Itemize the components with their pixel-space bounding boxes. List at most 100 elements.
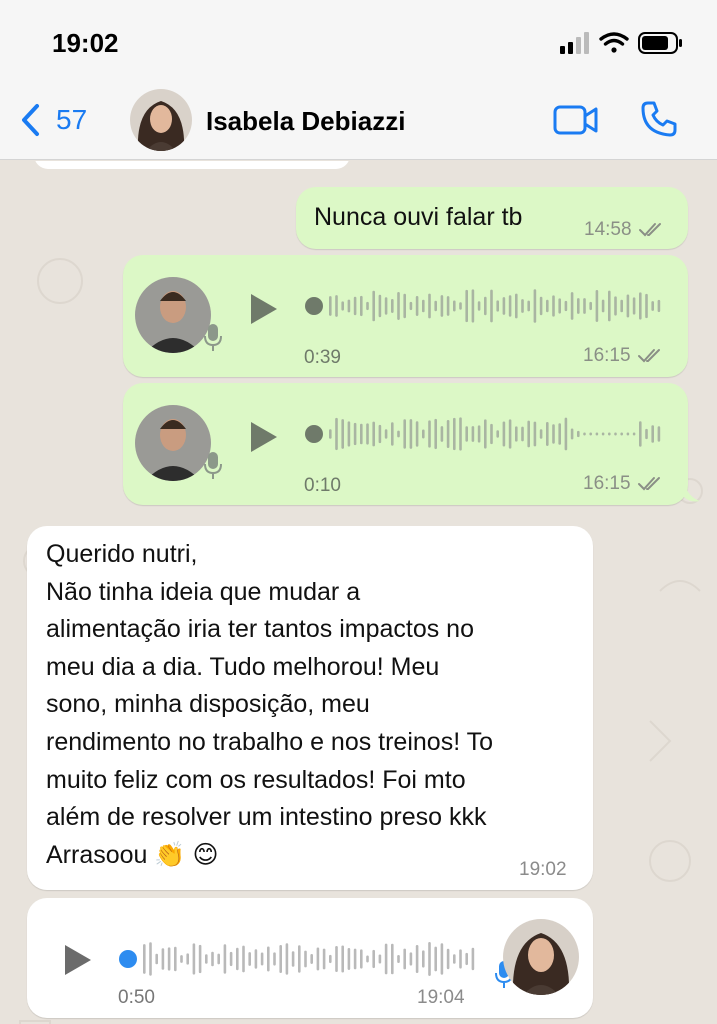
chevron-left-icon — [22, 104, 39, 136]
playback-position-dot[interactable] — [119, 950, 137, 968]
waveform-bar — [403, 419, 406, 449]
video-call-button[interactable] — [553, 104, 599, 141]
phone-icon — [641, 101, 677, 137]
waveform-bar — [329, 429, 332, 439]
voice-message-incoming[interactable]: 0:50 19:04 — [27, 898, 593, 1018]
microphone-icon — [204, 452, 222, 479]
message-meta: 19:02 — [519, 859, 567, 881]
waveform-bar — [347, 948, 351, 970]
waveform-bar — [459, 302, 462, 310]
waveform-bar — [577, 298, 580, 314]
waveform-bar — [527, 300, 530, 312]
waveform-bar — [248, 952, 251, 966]
unread-count: 57 — [56, 104, 88, 135]
waveform-bar — [521, 299, 524, 313]
waveform-bar — [626, 294, 630, 318]
waveform-bar — [366, 955, 369, 963]
bubble-tail — [684, 483, 700, 502]
waveform-bar — [397, 292, 400, 320]
waveform-bar — [614, 432, 617, 436]
waveform-bar — [391, 943, 394, 975]
waveform-bar — [570, 292, 574, 320]
waveform-bar — [347, 299, 351, 313]
waveform-bar — [186, 953, 189, 965]
waveform-bar — [378, 294, 382, 318]
playback-position-dot[interactable] — [305, 425, 323, 443]
waveform-bar — [384, 943, 388, 975]
message-bubble-incoming[interactable]: Querido nutri, Não tinha ideia que mudar… — [27, 526, 593, 890]
waveform-bar — [198, 944, 202, 974]
audio-waveform[interactable] — [117, 939, 477, 979]
message-text: Nunca ouvi falar tb — [314, 203, 523, 231]
waveform-bar — [341, 419, 344, 449]
waveform-bar — [465, 289, 468, 323]
waveform-bar — [632, 297, 636, 315]
voice-message-outgoing[interactable]: 0:39 16:15 — [123, 255, 688, 377]
waveform-bar — [539, 296, 543, 316]
waveform-bar — [143, 944, 146, 974]
chat-header: 57 Isabela Debiazzi — [0, 80, 717, 160]
waveform-bar — [254, 949, 258, 969]
waveform-bar — [515, 426, 518, 442]
waveform-bar — [341, 301, 344, 311]
waveform-bar — [508, 419, 512, 449]
waveform-bar — [378, 954, 382, 964]
waveform-bar — [490, 289, 493, 323]
waveform-bar — [626, 432, 630, 436]
play-icon[interactable] — [63, 943, 93, 977]
audio-waveform[interactable] — [303, 286, 663, 326]
message-line: Arrasoou 👏 😊 — [46, 840, 219, 869]
play-icon[interactable] — [249, 292, 279, 326]
waveform-bar — [533, 289, 537, 323]
waveform-bar — [322, 948, 326, 970]
waveform-bar — [167, 947, 171, 971]
waveform-bar — [335, 945, 338, 973]
play-icon[interactable] — [249, 420, 279, 454]
audio-waveform[interactable] — [303, 414, 663, 454]
voice-call-button[interactable] — [640, 100, 678, 143]
waveform-bar — [428, 293, 431, 319]
waveform-bar — [366, 423, 369, 445]
waveform-bar — [440, 295, 444, 317]
waveform-bar — [291, 951, 295, 967]
waveform-bar — [471, 289, 475, 323]
playback-position-dot[interactable] — [305, 297, 323, 315]
waveform-bar — [378, 424, 382, 444]
voice-message-outgoing[interactable]: 0:10 16:15 — [123, 383, 688, 505]
message-line: sono, minha disposição, meu — [46, 690, 370, 719]
waveform-bar — [477, 301, 481, 311]
waveform-bar — [453, 300, 456, 312]
waveform-bar — [434, 946, 437, 972]
message-meta: 16:15 — [583, 345, 663, 367]
message-line: meu dia a dia. Tudo melhorou! Meu — [46, 652, 440, 681]
waveform-bar — [360, 295, 363, 317]
waveform-bar — [496, 430, 499, 438]
waveform-bar — [384, 429, 388, 439]
waveform-bar — [465, 952, 468, 966]
message-bubble-outgoing[interactable]: Nunca ouvi falar tb 14:58 — [296, 187, 688, 249]
waveform-bar — [589, 432, 592, 436]
waveform-bar — [583, 432, 586, 436]
waveform-bar — [515, 293, 518, 319]
waveform-bar — [372, 949, 375, 969]
back-button[interactable]: 57 — [18, 100, 87, 140]
waveform-bar — [620, 299, 623, 313]
waveform-bar — [620, 432, 623, 436]
chat-area[interactable]: Nunca ouvi falar tb 14:58 0:39 16:15 0:1… — [0, 161, 717, 1024]
waveform-bar — [440, 426, 444, 442]
contact-avatar[interactable] — [130, 89, 192, 151]
waveform-bar — [527, 420, 530, 448]
waveform-bar — [446, 948, 450, 970]
waveform-bar — [446, 296, 450, 316]
message-text: Querido nutri, Não tinha ideia que mudar… — [46, 536, 493, 874]
message-time: 16:15 — [583, 345, 631, 366]
waveform-bar — [335, 417, 338, 451]
waveform-bar — [601, 432, 605, 436]
waveform-bar — [422, 299, 425, 313]
waveform-bar — [533, 421, 537, 447]
waveform-bar — [502, 421, 506, 447]
waveform-bar — [180, 955, 183, 963]
waveform-bar — [570, 428, 574, 440]
contact-name[interactable]: Isabela Debiazzi — [206, 106, 405, 137]
waveform-bar — [632, 432, 636, 436]
